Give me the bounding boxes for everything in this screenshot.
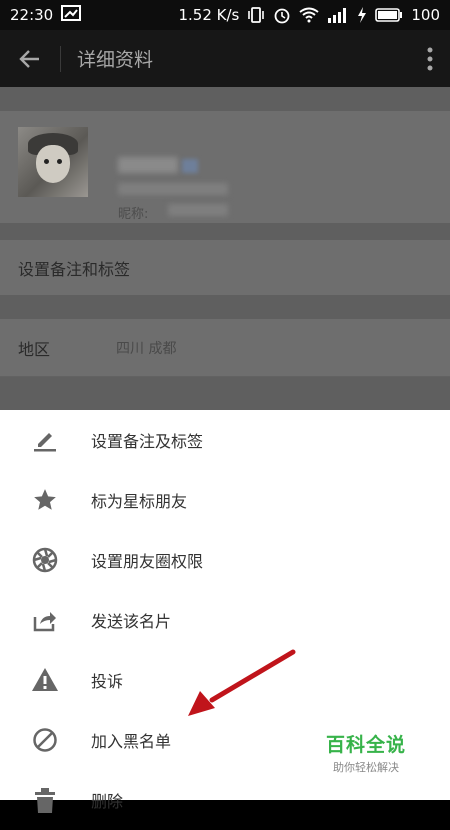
- block-icon: [30, 725, 60, 755]
- network-speed: 1.52 K/s: [178, 6, 240, 24]
- more-options-button[interactable]: [410, 30, 450, 87]
- watermark: 百科全说 助你轻松解决: [326, 730, 406, 775]
- vibrate-icon: [247, 7, 265, 23]
- alarm-icon: [273, 6, 291, 24]
- menu-item-star-friend[interactable]: 标为星标朋友: [0, 470, 450, 530]
- menu-item-send-card[interactable]: 发送该名片: [0, 590, 450, 650]
- notification-icon: [61, 5, 82, 25]
- remark-row: 设置备注和标签: [0, 240, 450, 295]
- pencil-icon: [30, 425, 60, 455]
- blurred-name: [118, 157, 178, 173]
- remark-row-label: 设置备注和标签: [18, 259, 131, 279]
- status-bar: 22:30 1.52 K/s 100: [0, 0, 450, 30]
- blurred-id: [118, 183, 228, 195]
- avatar: [18, 127, 88, 197]
- share-icon: [30, 605, 60, 635]
- wifi-icon: [299, 7, 319, 23]
- signal-icon: [327, 7, 349, 23]
- header-divider: [60, 45, 61, 72]
- region-label: 地区: [18, 339, 51, 359]
- charging-icon: [357, 7, 367, 23]
- nickname-label: 昵称:: [118, 207, 149, 222]
- blurred-nickname: [168, 204, 228, 216]
- watermark-brand: 百科全说: [326, 734, 407, 756]
- menu-item-label: 投诉: [91, 672, 124, 691]
- battery-level: 100: [411, 6, 440, 24]
- menu-item-label: 设置朋友圈权限: [91, 552, 204, 571]
- menu-item-label: 标为星标朋友: [91, 492, 188, 511]
- back-button[interactable]: [0, 30, 60, 87]
- menu-item-label: 删除: [91, 792, 124, 811]
- region-value: 四川 成都: [116, 340, 177, 357]
- app-bar: 详细资料: [0, 30, 450, 87]
- region-row: 地区 四川 成都: [0, 319, 450, 377]
- more-vert-icon: [427, 47, 433, 70]
- menu-item-label: 发送该名片: [91, 612, 172, 631]
- menu-item-report[interactable]: 投诉: [0, 650, 450, 710]
- watermark-tagline: 助你轻松解决: [333, 761, 399, 774]
- battery-icon: [375, 8, 403, 22]
- status-time: 22:30: [10, 6, 54, 24]
- menu-item-delete[interactable]: 删除: [0, 770, 450, 830]
- menu-item-label: 设置备注及标签: [91, 432, 204, 451]
- trash-icon: [30, 785, 60, 815]
- page-title: 详细资料: [77, 49, 154, 71]
- profile-card: 昵称:: [0, 111, 450, 223]
- menu-item-label: 加入黑名单: [91, 732, 172, 751]
- back-arrow-icon: [19, 49, 39, 68]
- star-icon: [30, 485, 60, 515]
- menu-item-moments-permission[interactable]: 设置朋友圈权限: [0, 530, 450, 590]
- dimmed-profile-content: 昵称: 设置备注和标签 地区 四川 成都: [0, 87, 450, 410]
- aperture-icon: [30, 545, 60, 575]
- menu-item-set-remark[interactable]: 设置备注及标签: [0, 410, 450, 470]
- warning-icon: [30, 665, 60, 695]
- blurred-gender-icon: [182, 159, 198, 173]
